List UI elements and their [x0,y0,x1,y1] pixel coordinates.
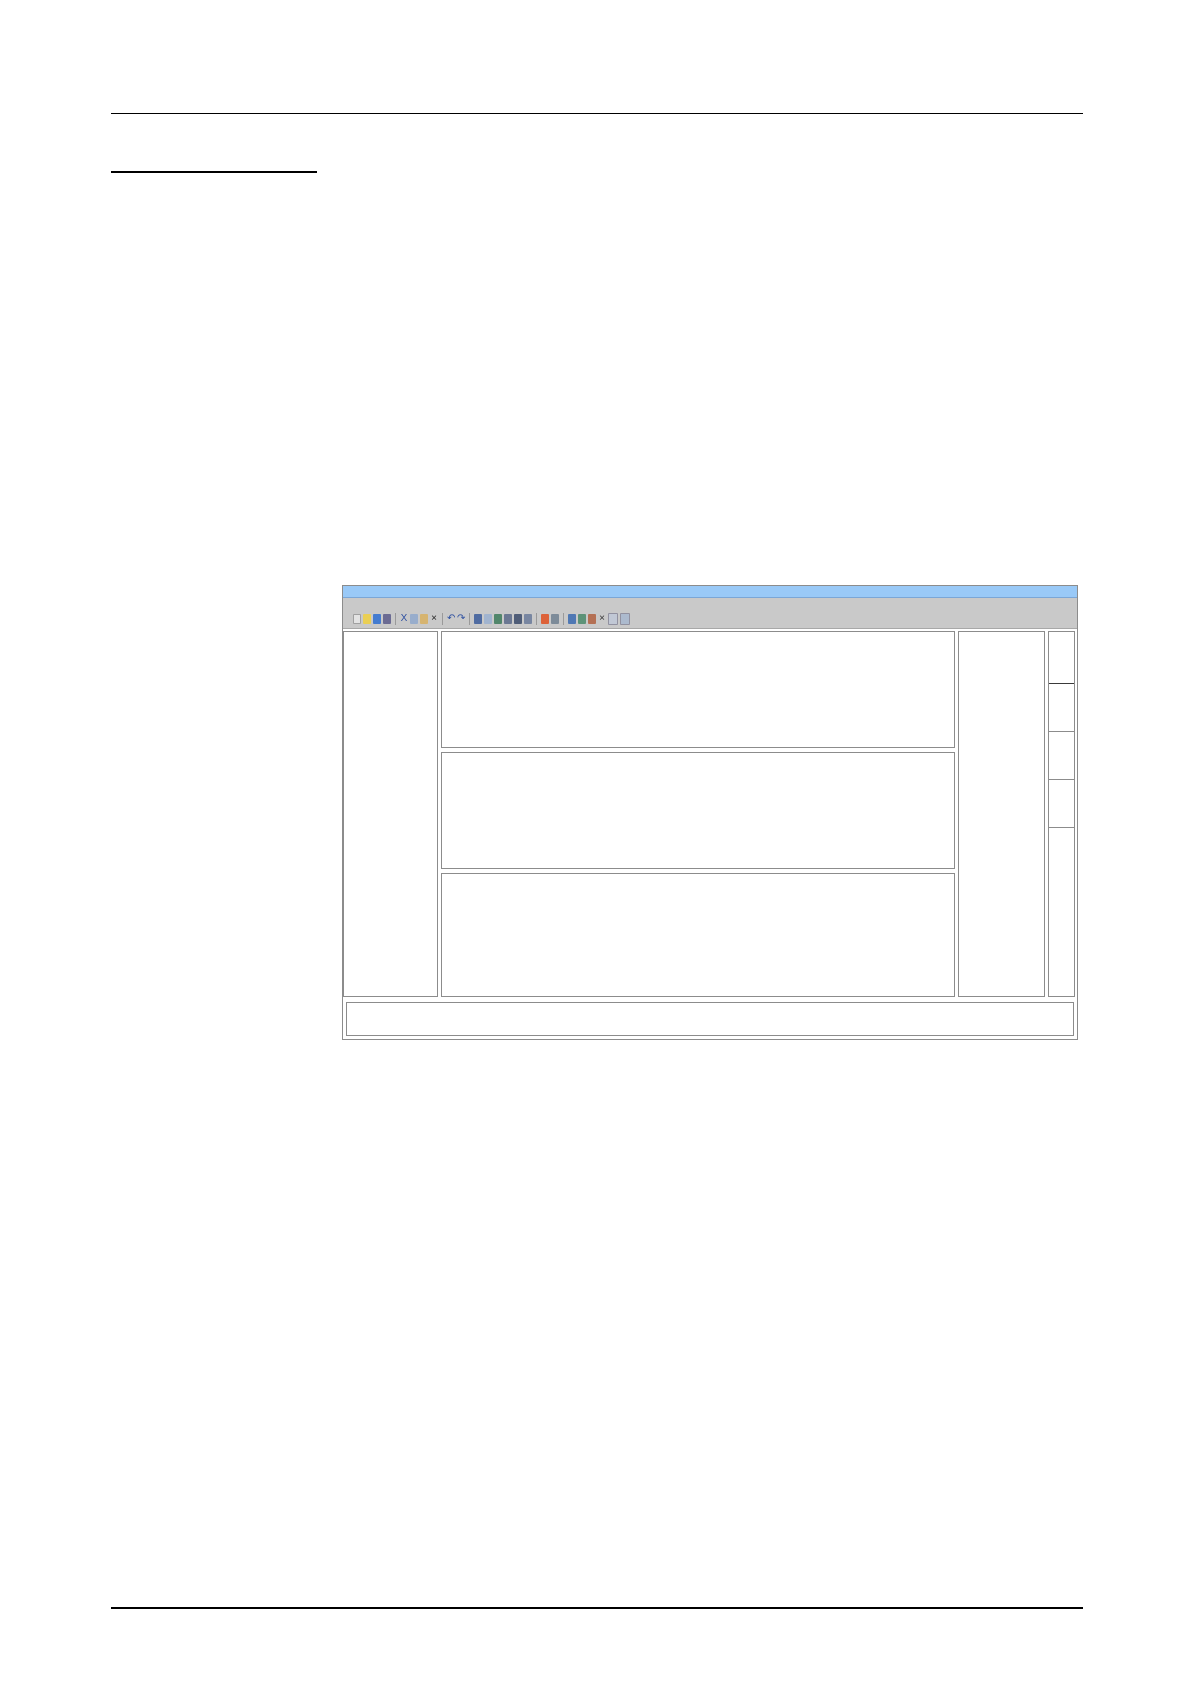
right-properties-pane[interactable] [958,631,1045,997]
search-icon[interactable] [484,614,492,624]
side-tab-1[interactable] [1049,632,1074,684]
side-tab-4[interactable] [1049,780,1074,828]
header-rule [111,113,1083,114]
pencil-icon[interactable] [541,614,549,624]
application-window-screenshot: X × ↶ ↷ × [342,585,1078,1040]
table-icon[interactable] [494,614,502,624]
delete-icon[interactable]: × [430,614,438,624]
chart-icon[interactable] [568,614,576,624]
toolbar-separator [442,613,443,625]
copy-icon[interactable] [410,614,418,624]
list-icon[interactable] [504,614,512,624]
brush-icon[interactable] [551,614,559,624]
output-status-pane[interactable] [346,1002,1074,1036]
layout-icon[interactable] [578,614,586,624]
side-tab-strip [1048,631,1075,997]
left-tree-pane[interactable] [343,631,438,997]
calculator-icon[interactable] [474,614,482,624]
open-icon[interactable] [363,614,371,624]
image-icon[interactable] [524,614,532,624]
redo-icon[interactable]: ↷ [457,614,465,624]
toolbar-icons: X × ↶ ↷ × [353,612,630,626]
toolbar-separator [469,613,470,625]
window-icon[interactable] [608,613,618,625]
paste-icon[interactable] [420,614,428,624]
editor-pane-1[interactable] [441,631,955,748]
new-document-icon[interactable] [353,614,361,624]
print-icon[interactable] [383,614,391,624]
save-icon[interactable] [373,614,381,624]
toolbar-separator [563,613,564,625]
toolbar-separator [536,613,537,625]
side-tab-2[interactable] [1049,684,1074,732]
toolbar-separator [395,613,396,625]
panel-icon[interactable] [620,613,630,625]
cut-icon[interactable]: X [400,614,408,624]
grid-icon[interactable] [514,614,522,624]
editor-pane-2[interactable] [441,752,955,869]
side-tab-3[interactable] [1049,732,1074,780]
title-bar[interactable] [343,586,1077,598]
toolbar: X × ↶ ↷ × [343,598,1077,629]
footer-rule [111,1607,1083,1609]
close-icon[interactable]: × [598,614,606,624]
editor-pane-3[interactable] [441,873,955,997]
section-heading-underline [111,171,317,173]
template-icon[interactable] [588,614,596,624]
undo-icon[interactable]: ↶ [447,614,455,624]
